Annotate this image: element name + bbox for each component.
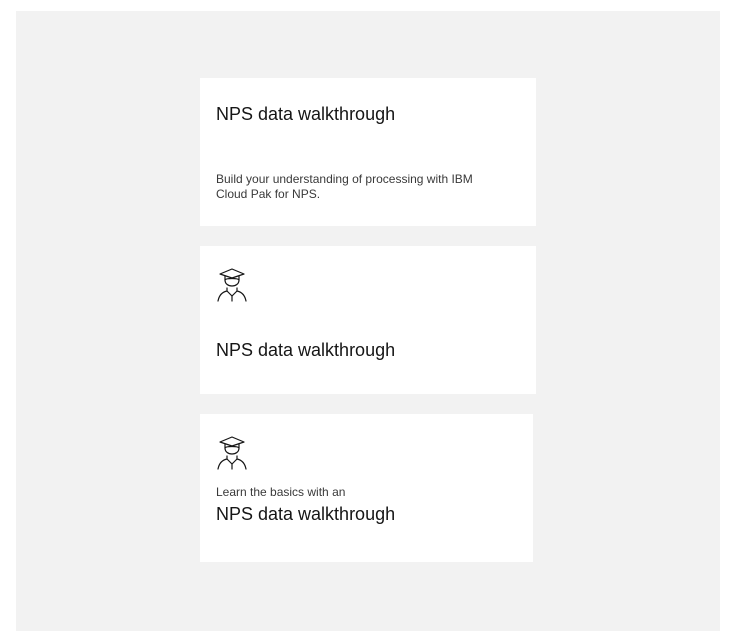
- tile-title: NPS data walkthrough: [216, 340, 396, 360]
- tile-description: Build your understanding of processing w…: [216, 172, 473, 201]
- tile-eyebrow: Learn the basics with an: [216, 485, 346, 499]
- tile-title: NPS data walkthrough: [216, 504, 396, 524]
- student-icon: [216, 268, 248, 302]
- tile-title: NPS data walkthrough: [216, 104, 396, 124]
- tile-nps-walkthrough-description[interactable]: NPS data walkthrough Build your understa…: [200, 78, 536, 226]
- tile-nps-walkthrough-eyebrow[interactable]: Learn the basics with an NPS data walkth…: [200, 414, 533, 562]
- student-icon: [216, 436, 248, 470]
- tile-nps-walkthrough-icon[interactable]: NPS data walkthrough: [200, 246, 536, 394]
- tile-gallery: NPS data walkthrough Build your understa…: [16, 11, 720, 631]
